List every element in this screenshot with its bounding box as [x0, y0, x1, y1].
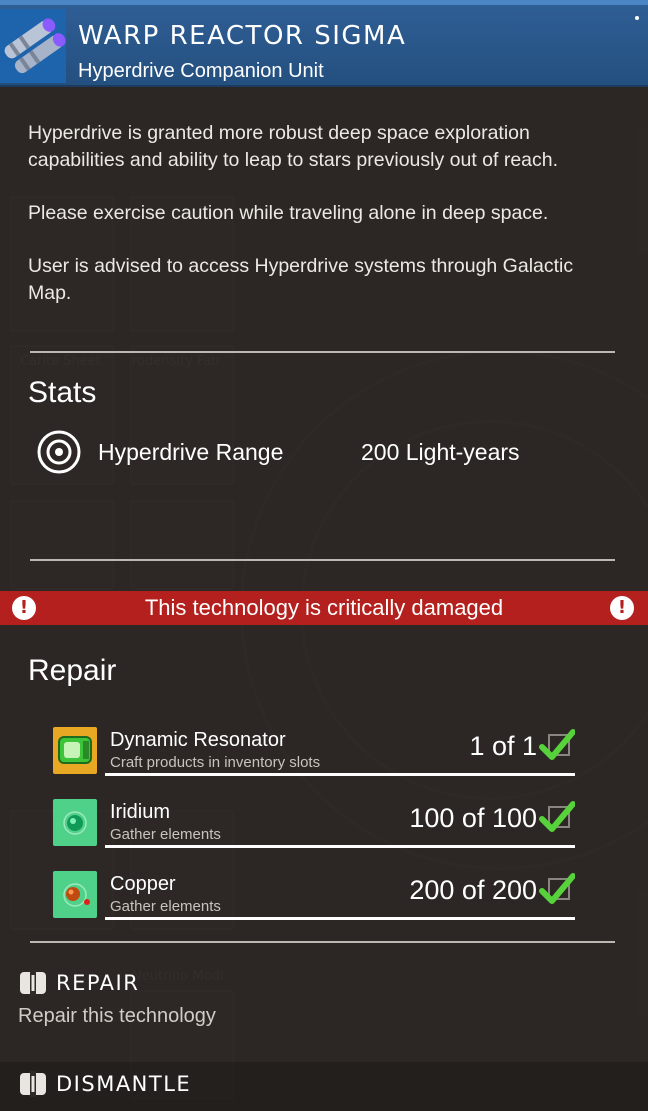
- critical-damage-warning: ! This technology is critically damaged …: [0, 591, 648, 625]
- repair-button[interactable]: REPAIR: [18, 969, 238, 999]
- requirement-count: 200 of 200: [409, 875, 537, 905]
- repair-requirement: Iridium Gather elements 100 of 100: [53, 799, 575, 851]
- repair-requirement: Dynamic Resonator Craft products in inve…: [53, 727, 575, 779]
- description-paragraph: User is advised to access Hyperdrive sys…: [28, 255, 574, 304]
- stats-title: Stats: [28, 376, 97, 409]
- repair-icon: [20, 970, 46, 996]
- exclamation-icon: !: [610, 596, 634, 620]
- description-paragraph: Please exercise caution while traveling …: [28, 202, 549, 224]
- checkmark-icon: [539, 873, 575, 904]
- divider: [30, 559, 615, 561]
- dismantle-icon: [20, 1071, 46, 1097]
- stat-value: 200 Light-years: [361, 439, 520, 465]
- menu-dot-icon: [635, 16, 639, 20]
- repair-requirement: Copper Gather elements 200 of 200: [53, 871, 575, 923]
- page-title: WARP REACTOR SIGMA: [78, 21, 407, 51]
- checkmark-icon: [539, 801, 575, 832]
- requirement-subtitle: Craft products in inventory slots: [110, 754, 321, 771]
- requirement-progress-line: [105, 917, 575, 920]
- requirement-subtitle: Gather elements: [110, 826, 221, 843]
- copper-icon: [53, 871, 97, 918]
- divider: [30, 941, 615, 943]
- description-paragraph: Hyperdrive is granted more robust deep s…: [28, 122, 559, 171]
- checkmark-icon: [539, 729, 575, 760]
- technology-detail-panel: WARP REACTOR SIGMA Hyperdrive Companion …: [0, 0, 648, 1111]
- iridium-icon: [53, 799, 97, 846]
- page-subtitle: Hyperdrive Companion Unit: [78, 60, 324, 82]
- repair-description: Repair this technology: [18, 1005, 216, 1027]
- requirement-count: 100 of 100: [409, 803, 537, 833]
- divider: [30, 351, 615, 353]
- description: Hyperdrive is granted more robust deep s…: [28, 120, 618, 333]
- requirement-count: 1 of 1: [469, 731, 537, 761]
- dynamic-resonator-icon: [53, 727, 97, 774]
- requirement-name: Iridium: [110, 801, 171, 823]
- repair-label: REPAIR: [56, 971, 140, 995]
- requirement-name: Dynamic Resonator: [110, 729, 286, 751]
- stat-name: Hyperdrive Range: [98, 439, 284, 465]
- warning-text: This technology is critically damaged: [144, 595, 504, 620]
- requirement-progress-line: [105, 845, 575, 848]
- requirement-progress-line: [105, 773, 575, 776]
- repair-title: Repair: [28, 654, 117, 687]
- warp-reactor-icon: [0, 9, 66, 83]
- requirement-name: Copper: [110, 873, 176, 895]
- requirement-subtitle: Gather elements: [110, 898, 221, 915]
- dismantle-label: DISMANTLE: [56, 1072, 192, 1096]
- target-icon: [37, 430, 81, 474]
- dismantle-button[interactable]: DISMANTLE: [18, 1070, 238, 1100]
- header-bar: WARP REACTOR SIGMA Hyperdrive Companion …: [0, 5, 648, 87]
